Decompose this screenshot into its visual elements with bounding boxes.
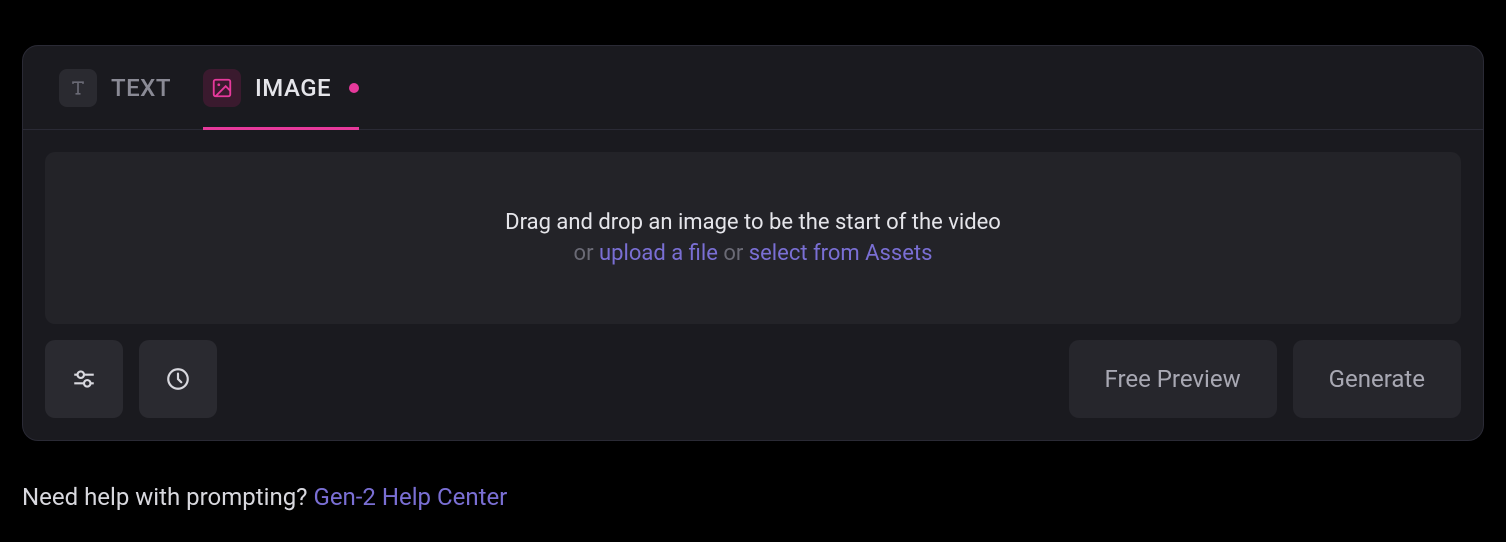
- tab-text[interactable]: TEXT: [59, 46, 171, 129]
- image-icon: [211, 77, 233, 99]
- dropzone-or1: or: [574, 241, 599, 266]
- free-preview-button[interactable]: Free Preview: [1069, 340, 1277, 418]
- input-panel: TEXT IMAGE Drag and drop an image to be …: [22, 45, 1484, 441]
- help-prefix: Need help with prompting?: [22, 483, 313, 511]
- dropzone-or2: or: [718, 241, 749, 266]
- help-center-link[interactable]: Gen-2 Help Center: [313, 483, 507, 511]
- tab-indicator-dot: [349, 83, 359, 93]
- tab-image[interactable]: IMAGE: [203, 46, 359, 129]
- free-preview-label: Free Preview: [1105, 365, 1241, 393]
- input-tabs: TEXT IMAGE: [23, 46, 1483, 130]
- text-icon-wrapper: [59, 69, 97, 107]
- image-dropzone[interactable]: Drag and drop an image to be the start o…: [45, 152, 1461, 324]
- image-icon-wrapper: [203, 69, 241, 107]
- tab-text-label: TEXT: [111, 74, 171, 102]
- select-from-assets-link[interactable]: select from Assets: [749, 241, 933, 266]
- sliders-icon: [71, 366, 97, 392]
- dropzone-instruction: Drag and drop an image to be the start o…: [505, 210, 1001, 235]
- generate-button[interactable]: Generate: [1293, 340, 1461, 418]
- settings-button[interactable]: [45, 340, 123, 418]
- control-bar: Free Preview Generate: [45, 340, 1461, 418]
- dropzone-alternatives: or upload a file or select from Assets: [574, 241, 933, 266]
- tab-image-label: IMAGE: [255, 74, 331, 102]
- text-icon: [68, 78, 88, 98]
- clock-icon: [165, 366, 191, 392]
- duration-button[interactable]: [139, 340, 217, 418]
- upload-file-link[interactable]: upload a file: [599, 241, 718, 266]
- tab-content: Drag and drop an image to be the start o…: [23, 130, 1483, 440]
- help-text: Need help with prompting? Gen-2 Help Cen…: [22, 483, 1484, 511]
- generate-label: Generate: [1329, 365, 1425, 393]
